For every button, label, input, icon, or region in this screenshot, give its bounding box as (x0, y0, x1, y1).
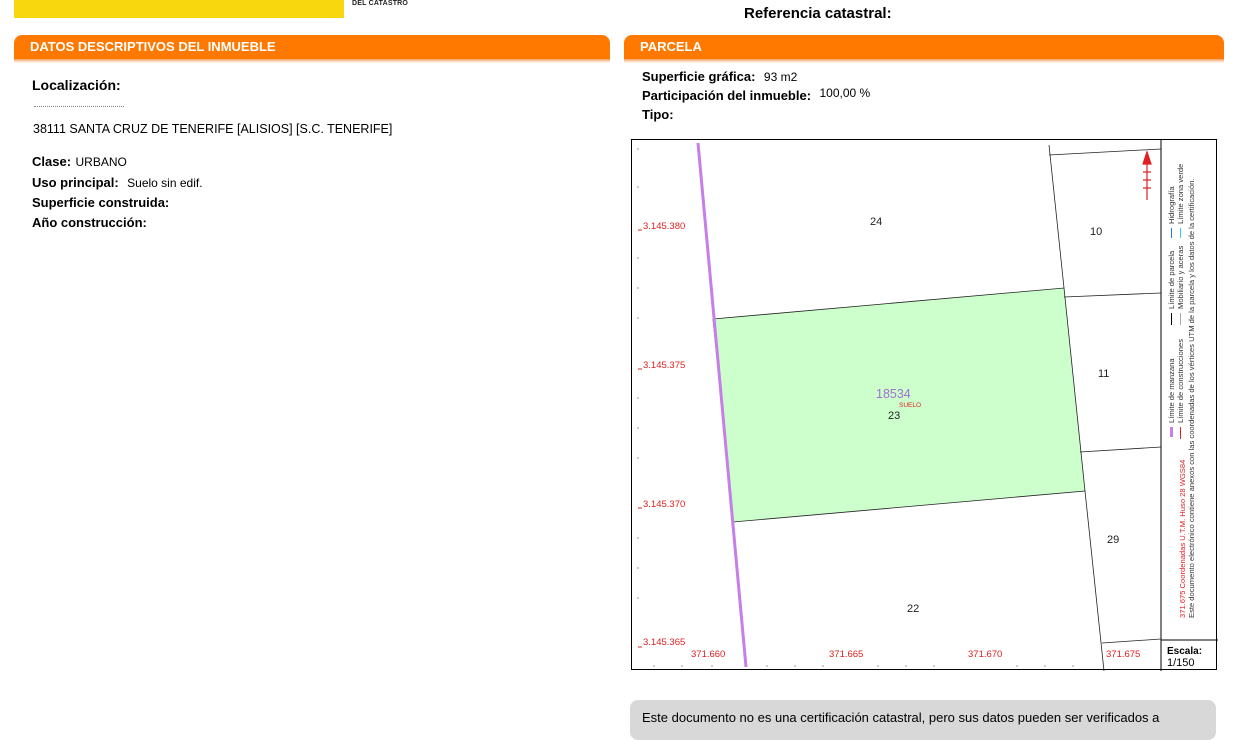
anio-construccion-label: Año construcción: (32, 215, 147, 230)
y-tick-4: 3.145.365 (643, 637, 685, 648)
localizacion-label: Localización: (32, 77, 121, 93)
legend-item-manzana: Límite de manzana (1167, 358, 1176, 423)
map-drawing: 3.145.380 3.145.375 3.145.370 3.145.365 … (637, 140, 1218, 671)
legend-item-zona-verde: Límite zona verde (1176, 164, 1185, 224)
main-parcel-ref: 18534 (876, 387, 911, 401)
legend-electronic-text: Este documento electrónico contiene anex… (1187, 179, 1196, 618)
parcel-label-10: 10 (1090, 226, 1102, 238)
y-tick-3: 3.145.370 (643, 499, 685, 510)
x-tick-4: 371.675 (1106, 649, 1140, 660)
y-tick-1: 3.145.380 (643, 221, 685, 232)
legend-item-parcela: Límite de parcela (1167, 250, 1176, 309)
participacion-label: Participación del inmueble: (642, 88, 812, 103)
legend-item-construcciones: Límite de construcciones (1176, 339, 1185, 423)
clase-value: URBANO (75, 155, 127, 169)
x-tick-1: 371.660 (691, 649, 725, 660)
tipo-label: Tipo: (642, 107, 674, 122)
superficie-grafica-label: Superficie gráfica: (642, 69, 756, 84)
superficie-grafica-value: 93 m2 (763, 70, 798, 84)
legend-manzana-swatch (1170, 427, 1173, 437)
parcel-label-11: 11 (1098, 368, 1109, 380)
y-tick-2: 3.145.375 (643, 360, 685, 371)
address-line: 38111 SANTA CRUZ DE TENERIFE [ALISIOS] [… (33, 122, 393, 136)
parcel-label-23: 23 (888, 410, 900, 422)
catastro-logo (14, 0, 344, 18)
uso-label: Uso principal: (32, 175, 119, 190)
uso-value: Suelo sin edif. (127, 176, 203, 190)
parcel-label-22: 22 (907, 603, 919, 615)
verification-notice: Este documento no es una certificación c… (630, 700, 1216, 740)
participacion-value: 100,00 % (819, 86, 871, 100)
clase-row: Clase: URBANO (32, 153, 127, 171)
legend-item-mobiliario: Mobiliario y aceras (1176, 245, 1185, 309)
participacion-row: Participación del inmueble: 100,00 % (642, 86, 871, 105)
scale-label: Escala: (1167, 646, 1202, 657)
x-tick-2: 371.665 (829, 649, 863, 660)
address-cut-line (34, 106, 124, 110)
clase-label: Clase: (32, 154, 72, 169)
cadastral-map: 3.145.380 3.145.375 3.145.370 3.145.365 … (631, 139, 1218, 671)
left-panel-title: DATOS DESCRIPTIVOS DEL INMUEBLE (14, 35, 610, 63)
superficie-construida-label: Superficie construida: (32, 195, 170, 210)
parcel-label-29: 29 (1107, 534, 1119, 546)
legend-coords-text: 371.675 Coordenadas U.T.M. Huso 28 WGS84 (1178, 460, 1187, 618)
logo-subtitle: DEL CATASTRO (352, 0, 409, 7)
right-panel-title: PARCELA (624, 35, 1224, 63)
reference-label: Referencia catastral: (744, 5, 892, 22)
north-arrow-icon (1142, 150, 1152, 200)
x-tick-3: 371.670 (968, 649, 1002, 660)
scale-value: 1/150 (1167, 657, 1195, 669)
main-parcel-type: SUELO (899, 402, 921, 409)
parcel-label-24: 24 (870, 216, 882, 228)
superficie-grafica-row: Superficie gráfica: 93 m2 (642, 68, 797, 86)
legend-item-hidrografia: Hidrografía (1167, 186, 1176, 224)
uso-row: Uso principal: Suelo sin edif. (32, 174, 203, 192)
